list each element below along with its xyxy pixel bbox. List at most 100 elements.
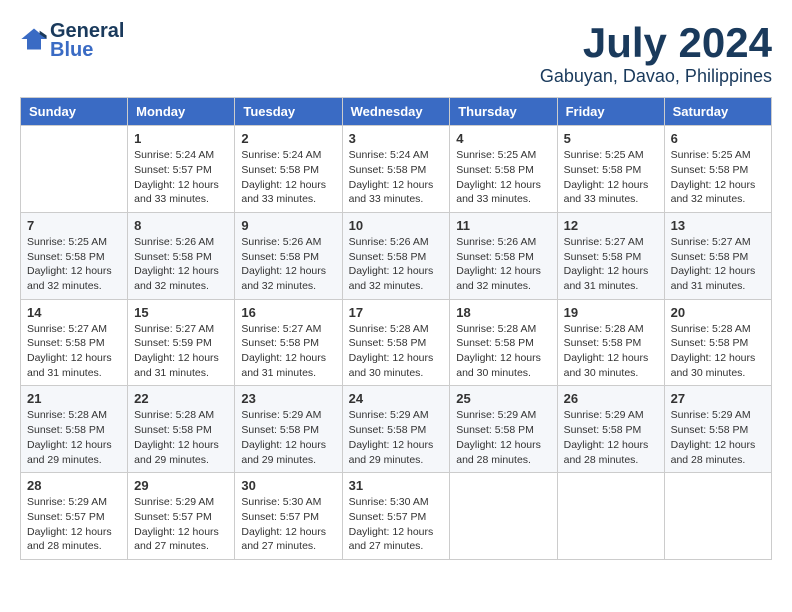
day-number: 21 [27,391,121,406]
day-number: 9 [241,218,335,233]
table-row: 17 Sunrise: 5:28 AM Sunset: 5:58 PM Dayli… [342,299,450,386]
day-info: Sunrise: 5:27 AM Sunset: 5:58 PM Dayligh… [671,235,765,294]
table-row: 25 Sunrise: 5:29 AM Sunset: 5:58 PM Dayli… [450,386,557,473]
day-info: Sunrise: 5:25 AM Sunset: 5:58 PM Dayligh… [671,148,765,207]
day-info: Sunrise: 5:24 AM Sunset: 5:58 PM Dayligh… [241,148,335,207]
day-number: 24 [349,391,444,406]
day-info: Sunrise: 5:25 AM Sunset: 5:58 PM Dayligh… [27,235,121,294]
day-number: 15 [134,305,228,320]
table-row: 30 Sunrise: 5:30 AM Sunset: 5:57 PM Dayli… [235,473,342,560]
calendar-week-row: 21 Sunrise: 5:28 AM Sunset: 5:58 PM Dayli… [21,386,772,473]
day-number: 25 [456,391,550,406]
month-year-title: July 2024 [540,20,772,66]
table-row: 27 Sunrise: 5:29 AM Sunset: 5:58 PM Dayli… [664,386,771,473]
day-info: Sunrise: 5:25 AM Sunset: 5:58 PM Dayligh… [564,148,658,207]
table-row [557,473,664,560]
table-row: 6 Sunrise: 5:25 AM Sunset: 5:58 PM Daylig… [664,126,771,213]
table-row: 1 Sunrise: 5:24 AM Sunset: 5:57 PM Daylig… [128,126,235,213]
day-info: Sunrise: 5:27 AM Sunset: 5:59 PM Dayligh… [134,322,228,381]
day-info: Sunrise: 5:28 AM Sunset: 5:58 PM Dayligh… [564,322,658,381]
day-number: 1 [134,131,228,146]
day-info: Sunrise: 5:25 AM Sunset: 5:58 PM Dayligh… [456,148,550,207]
day-info: Sunrise: 5:28 AM Sunset: 5:58 PM Dayligh… [456,322,550,381]
calendar-week-row: 14 Sunrise: 5:27 AM Sunset: 5:58 PM Dayli… [21,299,772,386]
table-row: 14 Sunrise: 5:27 AM Sunset: 5:58 PM Dayli… [21,299,128,386]
table-row: 28 Sunrise: 5:29 AM Sunset: 5:57 PM Dayli… [21,473,128,560]
day-number: 13 [671,218,765,233]
day-info: Sunrise: 5:26 AM Sunset: 5:58 PM Dayligh… [241,235,335,294]
title-block: July 2024 Gabuyan, Davao, Philippines [540,20,772,87]
day-number: 11 [456,218,550,233]
day-number: 30 [241,478,335,493]
day-info: Sunrise: 5:26 AM Sunset: 5:58 PM Dayligh… [134,235,228,294]
table-row: 4 Sunrise: 5:25 AM Sunset: 5:58 PM Daylig… [450,126,557,213]
table-row: 20Sunrise: 5:28 AM Sunset: 5:58 PM Dayli… [664,299,771,386]
day-number: 26 [564,391,658,406]
day-info: Sunrise: 5:27 AM Sunset: 5:58 PM Dayligh… [241,322,335,381]
table-row: 22Sunrise: 5:28 AM Sunset: 5:58 PM Dayli… [128,386,235,473]
day-info: Sunrise: 5:27 AM Sunset: 5:58 PM Dayligh… [564,235,658,294]
table-row: 9 Sunrise: 5:26 AM Sunset: 5:58 PM Daylig… [235,212,342,299]
day-number: 2 [241,131,335,146]
col-wednesday: Wednesday [342,98,450,126]
day-info: Sunrise: 5:29 AM Sunset: 5:58 PM Dayligh… [564,408,658,467]
day-number: 16 [241,305,335,320]
day-number: 6 [671,131,765,146]
logo: General Blue [20,20,124,62]
day-info: Sunrise: 5:29 AM Sunset: 5:57 PM Dayligh… [27,495,121,554]
day-number: 19 [564,305,658,320]
col-sunday: Sunday [21,98,128,126]
table-row: 29Sunrise: 5:29 AM Sunset: 5:57 PM Dayli… [128,473,235,560]
day-number: 17 [349,305,444,320]
day-info: Sunrise: 5:26 AM Sunset: 5:58 PM Dayligh… [456,235,550,294]
day-number: 23 [241,391,335,406]
day-info: Sunrise: 5:24 AM Sunset: 5:57 PM Dayligh… [134,148,228,207]
day-number: 14 [27,305,121,320]
page-header: General Blue July 2024 Gabuyan, Davao, P… [20,20,772,87]
table-row: 13 Sunrise: 5:27 AM Sunset: 5:58 PM Dayli… [664,212,771,299]
location-subtitle: Gabuyan, Davao, Philippines [540,66,772,87]
day-info: Sunrise: 5:28 AM Sunset: 5:58 PM Dayligh… [134,408,228,467]
day-info: Sunrise: 5:30 AM Sunset: 5:57 PM Dayligh… [349,495,444,554]
day-number: 18 [456,305,550,320]
logo-icon [20,25,48,53]
table-row: 18 Sunrise: 5:28 AM Sunset: 5:58 PM Dayli… [450,299,557,386]
table-row: 15 Sunrise: 5:27 AM Sunset: 5:59 PM Dayli… [128,299,235,386]
day-info: Sunrise: 5:24 AM Sunset: 5:58 PM Dayligh… [349,148,444,207]
day-number: 27 [671,391,765,406]
day-number: 31 [349,478,444,493]
table-row: 10 Sunrise: 5:26 AM Sunset: 5:58 PM Dayli… [342,212,450,299]
table-row: 11 Sunrise: 5:26 AM Sunset: 5:58 PM Dayli… [450,212,557,299]
day-info: Sunrise: 5:29 AM Sunset: 5:58 PM Dayligh… [456,408,550,467]
day-info: Sunrise: 5:28 AM Sunset: 5:58 PM Dayligh… [349,322,444,381]
table-row: 19 Sunrise: 5:28 AM Sunset: 5:58 PM Dayli… [557,299,664,386]
day-number: 10 [349,218,444,233]
table-row: 26 Sunrise: 5:29 AM Sunset: 5:58 PM Dayli… [557,386,664,473]
day-number: 20 [671,305,765,320]
col-friday: Friday [557,98,664,126]
calendar-header-row: Sunday Monday Tuesday Wednesday Thursday… [21,98,772,126]
day-info: Sunrise: 5:26 AM Sunset: 5:58 PM Dayligh… [349,235,444,294]
calendar-week-row: 1 Sunrise: 5:24 AM Sunset: 5:57 PM Daylig… [21,126,772,213]
table-row: 7 Sunrise: 5:25 AM Sunset: 5:58 PM Daylig… [21,212,128,299]
day-number: 4 [456,131,550,146]
day-number: 28 [27,478,121,493]
day-info: Sunrise: 5:29 AM Sunset: 5:58 PM Dayligh… [241,408,335,467]
table-row: 3Sunrise: 5:24 AM Sunset: 5:58 PM Daylig… [342,126,450,213]
table-row [21,126,128,213]
day-info: Sunrise: 5:30 AM Sunset: 5:57 PM Dayligh… [241,495,335,554]
calendar-table: Sunday Monday Tuesday Wednesday Thursday… [20,97,772,560]
day-info: Sunrise: 5:29 AM Sunset: 5:58 PM Dayligh… [671,408,765,467]
table-row [450,473,557,560]
day-number: 8 [134,218,228,233]
calendar-week-row: 28 Sunrise: 5:29 AM Sunset: 5:57 PM Dayli… [21,473,772,560]
day-number: 7 [27,218,121,233]
day-info: Sunrise: 5:29 AM Sunset: 5:58 PM Dayligh… [349,408,444,467]
col-monday: Monday [128,98,235,126]
day-info: Sunrise: 5:27 AM Sunset: 5:58 PM Dayligh… [27,322,121,381]
day-number: 5 [564,131,658,146]
day-info: Sunrise: 5:28 AM Sunset: 5:58 PM Dayligh… [27,408,121,467]
table-row: 8 Sunrise: 5:26 AM Sunset: 5:58 PM Daylig… [128,212,235,299]
col-tuesday: Tuesday [235,98,342,126]
table-row: 12Sunrise: 5:27 AM Sunset: 5:58 PM Dayli… [557,212,664,299]
